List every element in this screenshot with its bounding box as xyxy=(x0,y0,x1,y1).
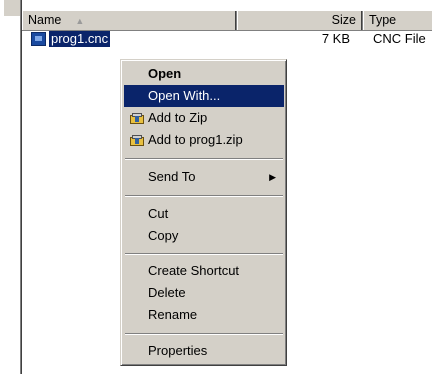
menu-separator xyxy=(125,195,283,197)
menu-item-delete[interactable]: Delete xyxy=(124,282,284,304)
file-row[interactable]: prog1.cnc 7 KB CNC File xyxy=(22,30,432,48)
menu-separator xyxy=(125,253,283,255)
menu-item-send-to-label: Send To xyxy=(148,169,196,184)
menu-item-open-with[interactable]: Open With... xyxy=(124,85,284,107)
column-header-size-label: Size xyxy=(331,13,356,27)
window-left-frame xyxy=(0,0,22,374)
file-size: 7 KB xyxy=(321,31,350,46)
menu-item-rename[interactable]: Rename xyxy=(124,304,284,326)
menu-item-cut[interactable]: Cut xyxy=(124,203,284,225)
column-header-name[interactable]: Name ▲ xyxy=(22,11,237,30)
column-header-type[interactable]: Type xyxy=(363,11,432,30)
submenu-arrow-icon: ▶ xyxy=(269,172,276,182)
file-name[interactable]: prog1.cnc xyxy=(49,31,111,47)
column-header-name-label: Name xyxy=(28,13,62,27)
frame-top-block xyxy=(4,0,20,16)
menu-item-add-to-prog1-zip-label: Add to prog1.zip xyxy=(148,132,243,147)
zip-archive-icon xyxy=(130,135,144,146)
context-menu: Open Open With... Add to Zip Add to prog… xyxy=(120,59,287,366)
menu-item-send-to[interactable]: Send To ▶ xyxy=(124,166,284,188)
column-header-type-label: Type xyxy=(369,13,397,27)
column-header-bar: Name ▲ Size Type xyxy=(22,10,432,31)
menu-item-copy[interactable]: Copy xyxy=(124,225,284,247)
menu-item-add-to-zip[interactable]: Add to Zip xyxy=(124,107,284,129)
menu-separator xyxy=(125,333,283,335)
cnc-file-icon[interactable] xyxy=(31,32,46,46)
menu-item-open[interactable]: Open xyxy=(124,63,284,85)
zip-archive-icon xyxy=(130,113,144,124)
menu-item-create-shortcut[interactable]: Create Shortcut xyxy=(124,260,284,282)
menu-item-add-to-prog1-zip[interactable]: Add to prog1.zip xyxy=(124,129,284,151)
column-header-size[interactable]: Size xyxy=(237,11,363,30)
menu-separator xyxy=(125,158,283,160)
menu-item-add-to-zip-label: Add to Zip xyxy=(148,110,208,125)
sort-ascending-icon: ▲ xyxy=(75,16,85,26)
menu-item-properties[interactable]: Properties xyxy=(124,340,284,362)
file-type: CNC File xyxy=(373,31,426,46)
